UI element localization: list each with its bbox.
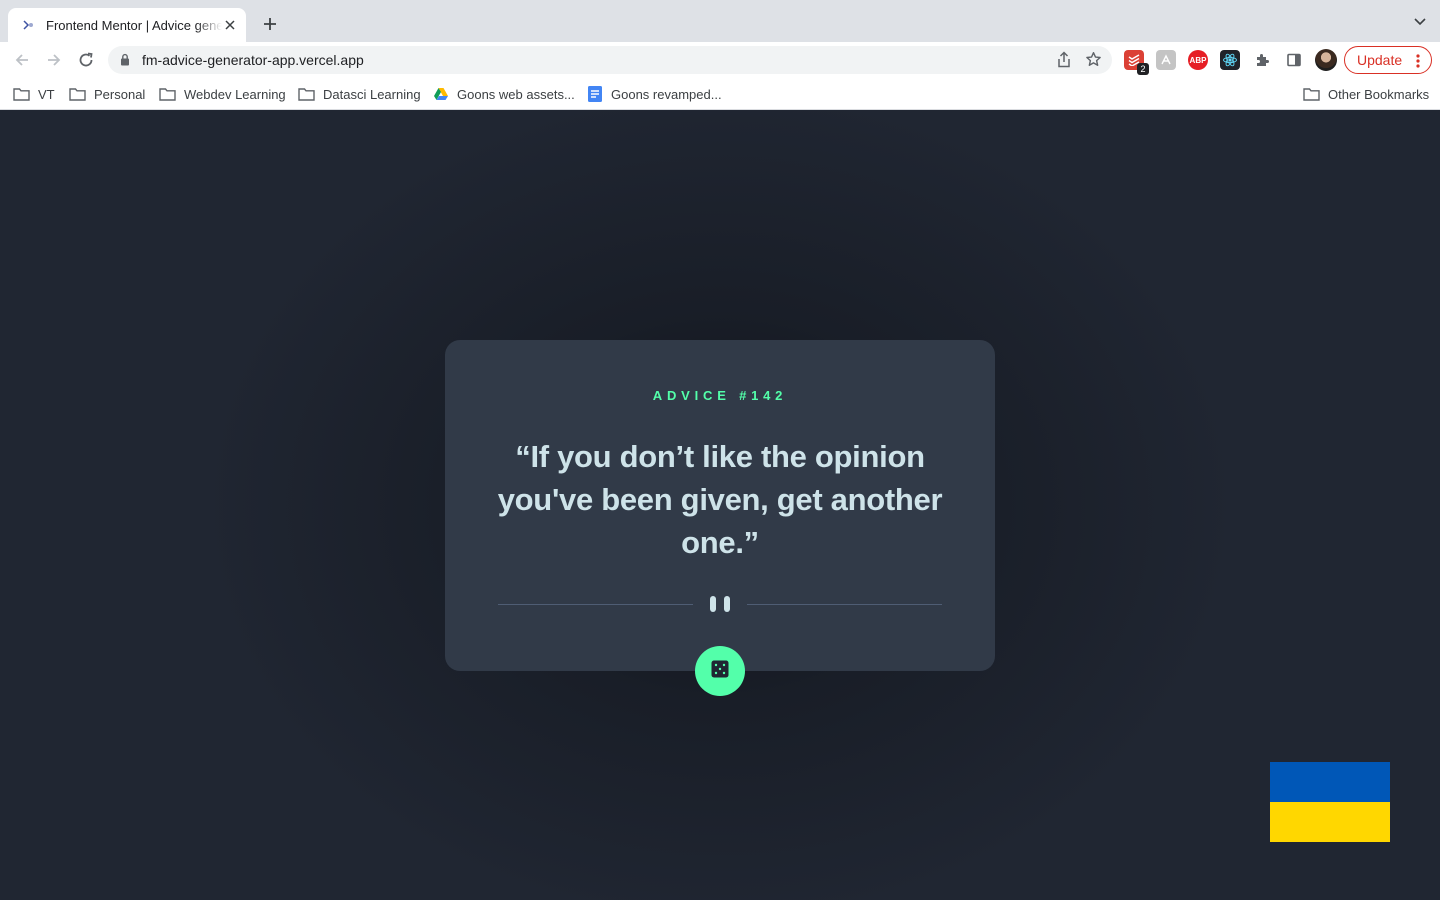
bookmark-datasci-learning[interactable]: Datasci Learning bbox=[298, 84, 421, 104]
bookmark-label: Webdev Learning bbox=[184, 86, 286, 102]
flag-blue-stripe bbox=[1270, 762, 1390, 802]
bookmark-label: Datasci Learning bbox=[323, 86, 421, 102]
bookmark-label: VT bbox=[38, 86, 55, 102]
dice-icon bbox=[711, 660, 729, 683]
todoist-extension-icon[interactable]: 2 bbox=[1124, 50, 1149, 75]
folder-icon bbox=[69, 87, 86, 101]
tab-strip: Frontend Mentor | Advice generator app bbox=[0, 0, 1440, 42]
tab-title: Frontend Mentor | Advice generator app bbox=[46, 17, 222, 33]
bookmark-goons-revamped[interactable]: Goons revamped... bbox=[587, 84, 722, 104]
close-tab-icon[interactable] bbox=[222, 17, 238, 33]
puzzle-extensions-icon[interactable] bbox=[1252, 50, 1272, 70]
lock-icon[interactable] bbox=[120, 53, 130, 71]
back-arrow-icon[interactable] bbox=[10, 48, 34, 72]
bookmark-webdev-learning[interactable]: Webdev Learning bbox=[159, 84, 286, 104]
pause-icon bbox=[710, 596, 730, 612]
react-devtools-icon[interactable] bbox=[1220, 50, 1240, 70]
profile-avatar[interactable] bbox=[1315, 49, 1337, 71]
adblock-plus-icon[interactable]: ABP bbox=[1188, 50, 1208, 70]
share-icon[interactable] bbox=[1056, 51, 1072, 74]
advice-card: ADVICE #142 “If you don’t like the opini… bbox=[445, 340, 995, 671]
divider-line-right bbox=[747, 604, 942, 605]
frontend-mentor-favicon-icon bbox=[20, 17, 36, 33]
pattern-divider bbox=[498, 596, 942, 612]
folder-icon bbox=[298, 87, 315, 101]
tab-search-chevron-icon[interactable] bbox=[1412, 14, 1428, 30]
browser-toolbar: fm-advice-generator-app.vercel.app 2 ABP… bbox=[0, 42, 1440, 78]
other-bookmarks-label: Other Bookmarks bbox=[1328, 86, 1430, 102]
google-docs-icon bbox=[587, 85, 603, 103]
forward-arrow-icon[interactable] bbox=[42, 48, 66, 72]
grey-extension-icon[interactable] bbox=[1156, 50, 1176, 70]
bookmark-vt[interactable]: VT bbox=[13, 84, 55, 104]
folder-icon bbox=[13, 87, 30, 101]
kebab-menu-icon[interactable] bbox=[1416, 53, 1420, 74]
bookmarks-bar: VT Personal Webdev Learning Datasci Lear… bbox=[0, 78, 1440, 110]
bookmark-label: Goons revamped... bbox=[611, 86, 722, 102]
adblock-label: ABP bbox=[1189, 55, 1207, 65]
other-bookmarks[interactable]: Other Bookmarks bbox=[1303, 84, 1429, 104]
page-viewport: ADVICE #142 “If you don’t like the opini… bbox=[0, 111, 1440, 900]
bookmark-goons-web-assets[interactable]: Goons web assets... bbox=[433, 84, 575, 104]
reload-icon[interactable] bbox=[74, 48, 98, 72]
bookmark-star-icon[interactable] bbox=[1085, 51, 1102, 73]
new-tab-icon[interactable] bbox=[258, 12, 282, 36]
side-panel-icon[interactable] bbox=[1284, 50, 1304, 70]
address-bar[interactable]: fm-advice-generator-app.vercel.app bbox=[108, 46, 1112, 74]
advice-id-label: ADVICE #142 bbox=[652, 388, 788, 403]
todoist-badge: 2 bbox=[1137, 63, 1149, 75]
bookmark-label: Goons web assets... bbox=[457, 86, 575, 102]
generate-advice-button[interactable] bbox=[695, 646, 745, 696]
update-button[interactable]: Update bbox=[1344, 46, 1432, 74]
browser-tab[interactable]: Frontend Mentor | Advice generator app bbox=[8, 8, 246, 42]
folder-icon bbox=[1303, 87, 1320, 101]
url-text: fm-advice-generator-app.vercel.app bbox=[142, 52, 364, 68]
google-drive-icon bbox=[433, 87, 449, 101]
update-label: Update bbox=[1357, 52, 1403, 68]
ukraine-flag bbox=[1270, 762, 1390, 842]
folder-icon bbox=[159, 87, 176, 101]
bookmark-personal[interactable]: Personal bbox=[69, 84, 145, 104]
advice-quote: “If you don’t like the opinion you've be… bbox=[497, 439, 943, 560]
flag-yellow-stripe bbox=[1270, 802, 1390, 842]
divider-line-left bbox=[498, 604, 693, 605]
bookmark-label: Personal bbox=[94, 86, 146, 102]
